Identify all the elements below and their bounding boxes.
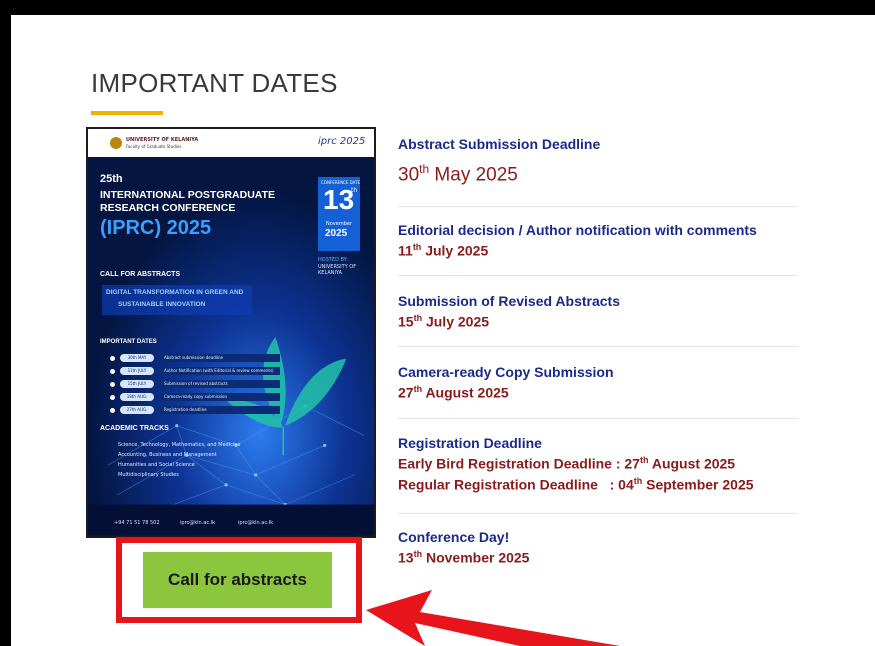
arrow-pointer-icon — [366, 590, 620, 646]
